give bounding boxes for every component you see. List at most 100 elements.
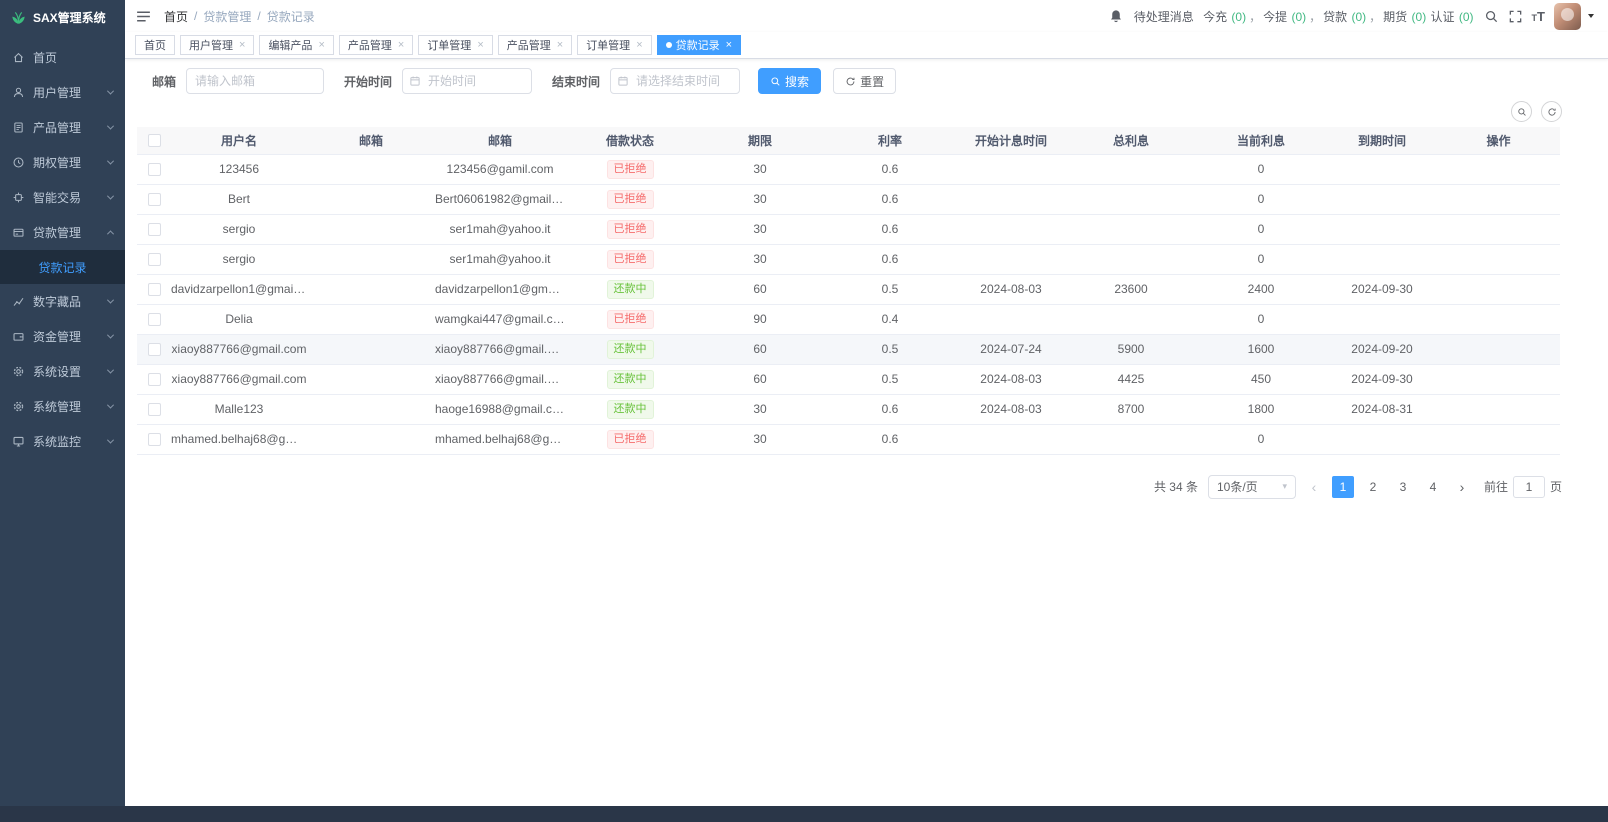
page-number-button[interactable]: 2 (1362, 476, 1384, 498)
cell-actions (1437, 244, 1560, 275)
row-checkbox[interactable] (147, 313, 161, 327)
cell-username: 123456 (171, 154, 307, 185)
close-icon[interactable]: × (726, 39, 732, 51)
sidebar-subitem-loan-records[interactable]: 贷款记录 (0, 250, 125, 284)
sidebar-item-options[interactable]: 期权管理 (0, 145, 125, 180)
page-number-button[interactable]: 4 (1422, 476, 1444, 498)
row-checkbox[interactable] (147, 223, 161, 237)
cell-actions (1437, 334, 1560, 365)
notice-count: (0) (1348, 9, 1367, 24)
status-badge: 已拒绝 (606, 429, 654, 449)
table-row: xiaoy887766@gmail.com xiaoy887766@gmail.… (137, 364, 1560, 395)
top-navbar: 首页 / 贷款管理 / 贷款记录 待处理消息 今充 (0)，今提 (0)，贷款 … (125, 0, 1608, 32)
cell-email2: ser1mah@yahoo.it (435, 244, 565, 275)
app-window: SAX管理系统 首页 用户管理 产品管理 期权管理 智能交易 贷款管理 贷款记录 (0, 0, 1608, 806)
close-icon[interactable]: × (398, 39, 404, 51)
cell-due-date: 2024-09-30 (1327, 274, 1437, 305)
cell-actions (1437, 424, 1560, 455)
row-checkbox[interactable] (147, 163, 161, 177)
end-time-input[interactable] (610, 68, 741, 94)
goto-page-input[interactable] (1512, 475, 1545, 498)
row-checkbox[interactable] (147, 283, 161, 297)
table-row: Malle123 haoge16988@gmail.com 还款中 30 0.6… (137, 394, 1560, 425)
refresh-table-button[interactable] (1541, 101, 1562, 122)
tags-view-bar: 首页 × 用户管理 × 编辑产品 × 产品管理 × 订单管理 × 产品管理 × … (125, 32, 1608, 59)
plant-logo-icon (10, 9, 27, 26)
row-checkbox[interactable] (147, 403, 161, 417)
row-checkbox[interactable] (147, 343, 161, 357)
chevron-down-icon (106, 401, 115, 409)
chevron-down-icon (106, 436, 115, 444)
breadcrumb-home[interactable]: 首页 (164, 8, 188, 25)
prev-page-button[interactable]: ‹ (1304, 476, 1324, 498)
total-count: 共 34 条 (1153, 480, 1198, 494)
nav-tab[interactable]: 订单管理 × (577, 35, 652, 55)
row-checkbox[interactable] (147, 433, 161, 447)
sidebar-item-funds[interactable]: 资金管理 (0, 319, 125, 354)
tab-label: 贷款记录 (675, 40, 720, 52)
cell-email2: mhamed.belhaj68@gmail.com (435, 424, 565, 455)
close-icon[interactable]: × (477, 39, 483, 51)
status-badge: 已拒绝 (606, 159, 654, 179)
sidebar-item-label: 期权管理 (33, 156, 82, 170)
nft-icon (12, 295, 25, 308)
search-button[interactable]: 搜索 (758, 68, 822, 94)
fullscreen-icon[interactable] (1508, 9, 1523, 24)
nav-tab[interactable]: 首页 × (135, 35, 175, 55)
nav-tab[interactable]: 编辑产品 × (259, 35, 334, 55)
nav-tab[interactable]: 贷款记录 × (656, 35, 742, 55)
reset-button[interactable]: 重置 (833, 68, 897, 94)
pending-messages: 待处理消息 今充 (0)，今提 (0)，贷款 (0)，期货 (0) 认证 (0) (1133, 9, 1474, 24)
nav-tab[interactable]: 用户管理 × (180, 35, 255, 55)
caret-down-icon[interactable] (1588, 14, 1594, 18)
cell-due-date (1327, 424, 1437, 455)
pending-messages-label: 待处理消息 (1133, 9, 1194, 24)
nav-tab[interactable]: 订单管理 × (418, 35, 493, 55)
sidebar-item-monitor[interactable]: 系统监控 (0, 424, 125, 459)
user-avatar[interactable] (1554, 2, 1581, 30)
notice-item-label: 今充 (1203, 9, 1228, 24)
sidebar-item-trade[interactable]: 智能交易 (0, 180, 125, 215)
sidebar-item-settings[interactable]: 系统设置 (0, 354, 125, 389)
toggle-search-button[interactable] (1511, 101, 1532, 122)
table-row: xiaoy887766@gmail.com xiaoy887766@gmail.… (137, 334, 1560, 365)
start-time-input[interactable] (402, 68, 533, 94)
bell-icon[interactable] (1109, 9, 1123, 23)
close-icon[interactable]: × (636, 39, 642, 51)
cell-actions (1437, 304, 1560, 335)
row-checkbox[interactable] (147, 193, 161, 207)
row-checkbox[interactable] (147, 373, 161, 387)
sidebar-item-system[interactable]: 系统管理 (0, 389, 125, 424)
column-header: 用户名 (171, 127, 307, 155)
search-icon[interactable] (1484, 9, 1499, 24)
email-filter-input[interactable] (186, 68, 325, 94)
font-size-icon[interactable]: TT (1532, 10, 1545, 23)
sidebar-item-nft[interactable]: 数字藏品 (0, 284, 125, 319)
tab-label: 用户管理 (189, 40, 233, 52)
cell-total-interest (1067, 184, 1195, 215)
row-checkbox[interactable] (147, 253, 161, 267)
page-size-select[interactable]: 10条/页 ▾ (1207, 474, 1296, 499)
breadcrumb-loan-management[interactable]: 贷款管理 (203, 8, 251, 25)
close-icon[interactable]: × (557, 39, 563, 51)
select-all-checkbox[interactable] (147, 134, 161, 148)
page-number-button[interactable]: 3 (1392, 476, 1414, 498)
nav-tab[interactable]: 产品管理 × (497, 35, 573, 55)
close-icon[interactable]: × (239, 39, 245, 51)
cell-current-interest: 0 (1195, 304, 1327, 335)
sidebar-item-user[interactable]: 用户管理 (0, 75, 125, 110)
sidebar-item-label: 系统设置 (33, 365, 82, 379)
cell-total-interest: 5900 (1067, 334, 1195, 365)
page-number-button[interactable]: 1 (1331, 475, 1354, 498)
sidebar-item-product[interactable]: 产品管理 (0, 110, 125, 145)
sidebar-item-label: 首页 (33, 51, 58, 65)
sidebar-item-loan[interactable]: 贷款管理 (0, 215, 125, 250)
cell-current-interest: 0 (1195, 244, 1327, 275)
sidebar-item-home[interactable]: 首页 (0, 40, 125, 75)
column-header: 当前利息 (1195, 127, 1327, 155)
hamburger-icon[interactable] (135, 8, 152, 25)
next-page-button[interactable]: › (1452, 476, 1472, 498)
nav-tab[interactable]: 产品管理 × (338, 35, 414, 55)
close-icon[interactable]: × (318, 39, 324, 51)
cell-rate: 0.5 (825, 334, 955, 365)
